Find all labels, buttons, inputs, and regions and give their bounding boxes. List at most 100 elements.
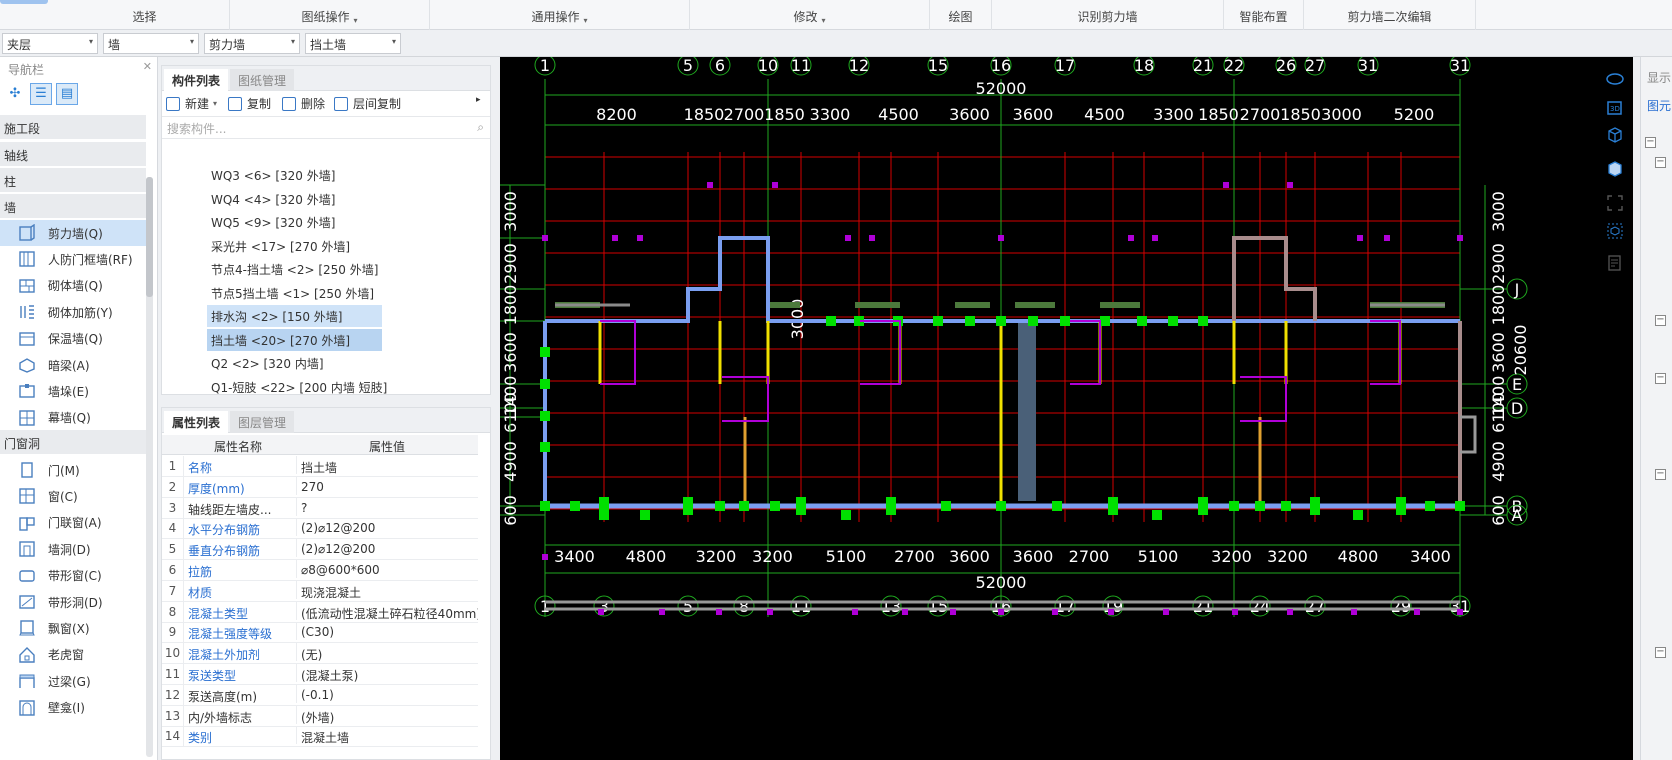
property-row[interactable]: 14 类别 混凝土墙	[162, 726, 478, 748]
property-row[interactable]: 5 垂直分布钢筋 (2)⌀12@200	[162, 539, 478, 561]
tab-element[interactable]: 图元	[1647, 97, 1671, 114]
nav-item[interactable]: 门(M)	[0, 457, 146, 483]
component-list-item[interactable]: 节点5挡土墙 <1> [250 外墙]	[207, 282, 378, 304]
toolbar-group-2[interactable]: 图纸操作 ▾	[230, 0, 430, 30]
property-row[interactable]: 8 混凝土类型 (低流动性混凝土碎石粒径40mm)	[162, 601, 478, 623]
collapse-icon[interactable]: −	[1655, 315, 1666, 326]
isolate-view-icon[interactable]	[1604, 220, 1626, 242]
nav-item[interactable]: 剪力墙(Q)	[0, 220, 146, 246]
component-list-item[interactable]: WQ3 <6> [320 外墙]	[207, 164, 339, 186]
copy-button[interactable]: 复制	[228, 95, 271, 112]
nav-scroll-thumb[interactable]	[146, 177, 153, 297]
cube-view-icon[interactable]	[1604, 124, 1626, 146]
nav-item[interactable]: 窗(C)	[0, 483, 146, 509]
tab-component-list[interactable]: 构件列表	[164, 69, 229, 91]
category-column[interactable]: 柱	[0, 168, 146, 192]
nav-item[interactable]: 暗梁(A)	[0, 352, 146, 378]
nav-item[interactable]: 砌体墙(Q)	[0, 273, 146, 299]
property-value[interactable]: 270	[296, 476, 478, 495]
property-row[interactable]: 13 内/外墙标志 (外墙)	[162, 705, 478, 727]
property-value[interactable]: (外墙)	[296, 705, 478, 724]
list-view-icon[interactable]: ☰	[30, 83, 52, 105]
nav-item[interactable]: 过梁(G)	[0, 668, 146, 694]
layer-settings-icon[interactable]	[1604, 252, 1626, 274]
component-list-item[interactable]: WQ5 <9> [320 外墙]	[207, 211, 339, 233]
property-value[interactable]: (低流动性混凝土碎石粒径40mm)	[296, 601, 478, 620]
nav-item[interactable]: 门联窗(A)	[0, 510, 146, 536]
tab-property-list[interactable]: 属性列表	[164, 411, 229, 433]
property-value[interactable]: 混凝土墙	[296, 726, 478, 745]
property-value[interactable]: (2)⌀12@200	[296, 518, 478, 537]
nav-item[interactable]: 人防门框墙(RF)	[0, 246, 146, 272]
toolbar-group-5[interactable]: 绘图	[930, 0, 992, 30]
nav-scrollbar[interactable]	[146, 177, 153, 757]
collapse-icon[interactable]: −	[1655, 373, 1666, 384]
category-wall[interactable]: 墙	[0, 194, 146, 218]
property-row[interactable]: 4 水平分布钢筋 (2)⌀12@200	[162, 518, 478, 540]
filter-combo-4[interactable]: 挡土墙 ▾	[305, 33, 401, 54]
nav-item[interactable]: 墙洞(D)	[0, 536, 146, 562]
toolbar-group-1[interactable]: 选择	[60, 0, 230, 30]
nav-item[interactable]: 老虎窗	[0, 642, 146, 668]
property-value[interactable]: ?	[296, 497, 478, 516]
collapse-icon[interactable]: −	[1655, 647, 1666, 658]
3d-view-icon[interactable]: 3D	[1604, 96, 1626, 118]
nav-item[interactable]: 飘窗(X)	[0, 615, 146, 641]
toolbar-group-8[interactable]: 剪力墙二次编辑	[1304, 0, 1476, 30]
delete-button[interactable]: 删除	[282, 95, 325, 112]
filter-combo-2[interactable]: 墙 ▾	[103, 33, 199, 54]
collapse-icon[interactable]: −	[1655, 469, 1666, 480]
detail-view-icon[interactable]: ▤	[56, 83, 78, 105]
property-row[interactable]: 6 拉筋 ⌀8@600*600	[162, 560, 478, 581]
property-value[interactable]: 现浇混凝土	[296, 580, 478, 599]
property-row[interactable]: 3 轴线距左墙皮...?	[162, 497, 478, 519]
nav-item[interactable]: 壁龛(I)	[0, 695, 146, 721]
orbit-icon[interactable]	[1604, 68, 1626, 90]
nav-item[interactable]: 带形窗(C)	[0, 563, 146, 589]
property-row[interactable]: 9 混凝土强度等级 (C30)	[162, 622, 478, 644]
property-row[interactable]: 10 混凝土外加剂 (无)	[162, 643, 478, 665]
component-list-item[interactable]: Q1-短肢 <22> [200 内墙 短肢]	[207, 376, 391, 395]
filter-combo-1[interactable]: 夹层 ▾	[2, 33, 98, 54]
pin-icon[interactable]: ✣	[4, 83, 26, 105]
property-row[interactable]: 2 厚度(mm) 270	[162, 476, 478, 498]
component-list-item[interactable]: Q2 <2> [320 内墙]	[207, 352, 328, 374]
drawing-canvas[interactable]: 1 5 6 10 11 12 15 16 17 18 21 22 26 27 31 31 52000 8200 18…	[500, 57, 1633, 760]
component-list-item[interactable]: 挡土墙 <20> [270 外墙]	[207, 328, 382, 351]
collapse-icon[interactable]: −	[1655, 157, 1666, 168]
component-search[interactable]: 搜索构件... ⌕	[162, 117, 490, 139]
nav-item[interactable]: 墙垛(E)	[0, 378, 146, 404]
category-construction-section[interactable]: 施工段	[0, 115, 146, 139]
property-row[interactable]: 11 泵送类型 (混凝土泵)	[162, 664, 478, 685]
new-button[interactable]: 新建 ▾	[166, 95, 217, 112]
property-row[interactable]: 12 泵送高度(m) (-0.1)	[162, 684, 478, 706]
property-value[interactable]: 挡土墙	[296, 456, 478, 474]
property-value[interactable]: (-0.1)	[296, 684, 478, 703]
property-row[interactable]: 7 材质 现浇混凝土	[162, 580, 478, 602]
property-value[interactable]: (混凝土泵)	[296, 664, 478, 682]
close-icon[interactable]: ✕	[143, 60, 152, 73]
property-row[interactable]: 1 名称 挡土墙	[162, 456, 478, 477]
category-axis[interactable]: 轴线	[0, 142, 146, 166]
fit-view-icon[interactable]	[1604, 192, 1626, 214]
search-icon[interactable]: ⌕	[477, 120, 484, 135]
toolbar-group-6[interactable]: 识别剪力墙	[992, 0, 1224, 30]
toolbar-group-4[interactable]: 修改 ▾	[690, 0, 930, 30]
tab-layer-management[interactable]: 图层管理	[230, 411, 295, 433]
tab-drawing-management[interactable]: 图纸管理	[230, 69, 295, 91]
component-list-item[interactable]: WQ4 <4> [320 外墙]	[207, 188, 339, 210]
property-value[interactable]: ⌀8@600*600	[296, 560, 478, 578]
collapse-icon[interactable]: −	[1645, 137, 1656, 148]
more-actions-icon[interactable]: ▸	[476, 95, 481, 105]
nav-item[interactable]: 幕墙(Q)	[0, 405, 146, 431]
component-list-item[interactable]: 采光井 <17> [270 外墙]	[207, 235, 354, 257]
cad-drawing[interactable]: 1 5 6 10 11 12 15 16 17 18 21 22 26 27 31 31520008200 18…	[500, 57, 1633, 760]
search-input[interactable]: 搜索构件...	[167, 120, 226, 137]
nav-item[interactable]: 砌体加筋(Y)	[0, 299, 146, 325]
category-door-window[interactable]: 门窗洞	[0, 430, 146, 454]
property-value[interactable]: (无)	[296, 643, 478, 662]
component-list-item[interactable]: 节点4-挡土墙 <2> [250 外墙]	[207, 258, 382, 280]
floor-copy-button[interactable]: 层间复制	[334, 95, 401, 112]
nav-item[interactable]: 带形洞(D)	[0, 589, 146, 615]
property-value[interactable]: (C30)	[296, 622, 478, 641]
